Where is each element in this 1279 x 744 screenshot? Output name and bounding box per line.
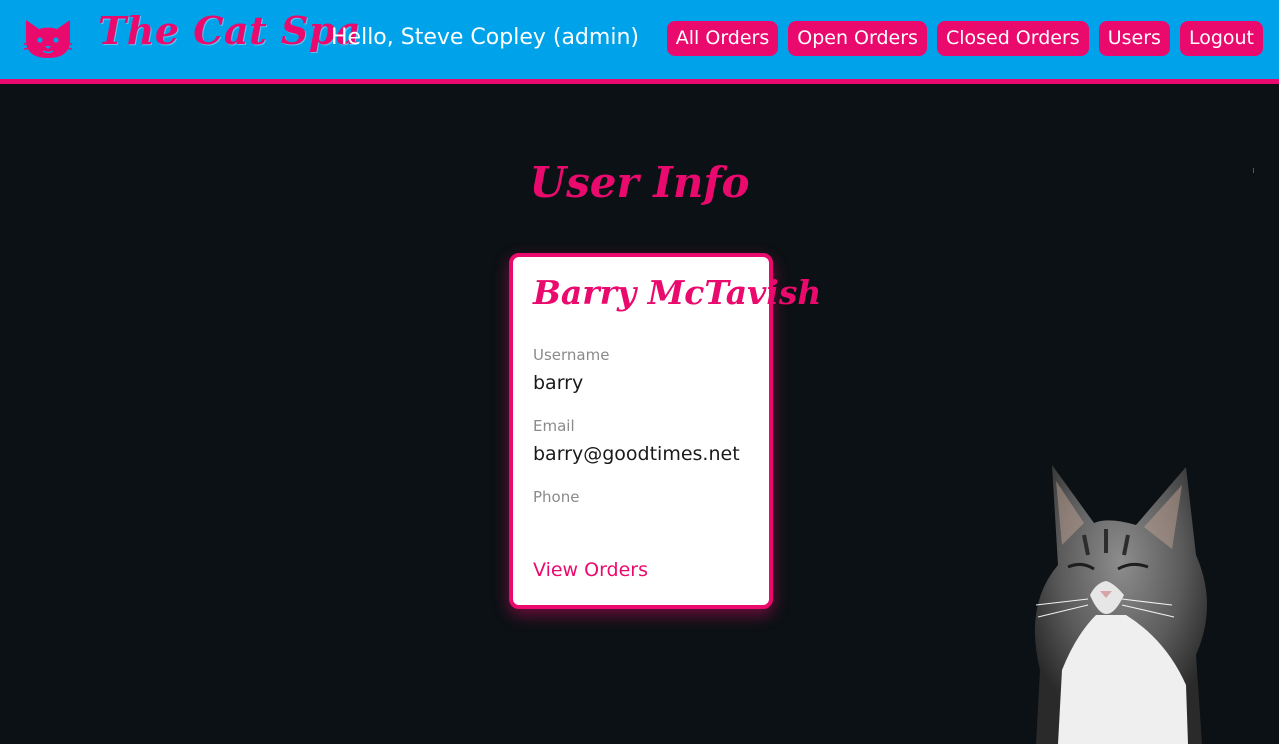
user-name-heading: Barry McTavish <box>533 273 822 312</box>
email-value: barry@goodtimes.net <box>533 443 740 465</box>
username-value: barry <box>533 372 584 394</box>
nav-open-orders-button[interactable]: Open Orders <box>788 21 927 56</box>
nav-links: All Orders Open Orders Closed Orders Use… <box>666 21 1263 56</box>
nav-logout-button[interactable]: Logout <box>1179 21 1263 56</box>
cat-photo <box>1034 465 1207 744</box>
navbar: The Cat Spa Hello, Steve Copley (admin) … <box>0 0 1279 84</box>
email-label: Email <box>533 417 575 435</box>
nav-closed-orders-button[interactable]: Closed Orders <box>936 21 1089 56</box>
greeting-text: Hello, Steve Copley (admin) <box>331 25 639 50</box>
phone-label: Phone <box>533 488 580 506</box>
nav-all-orders-button[interactable]: All Orders <box>666 21 779 56</box>
cat-face-icon[interactable] <box>22 16 74 62</box>
brand-title[interactable]: The Cat Spa <box>98 8 361 53</box>
page-title: User Info <box>529 158 750 207</box>
decorative-speck <box>1253 168 1254 173</box>
username-label: Username <box>533 346 610 364</box>
nav-users-button[interactable]: Users <box>1098 21 1170 56</box>
user-info-card: Barry McTavish Username barry Email barr… <box>509 253 821 609</box>
view-orders-link[interactable]: View Orders <box>533 559 648 581</box>
